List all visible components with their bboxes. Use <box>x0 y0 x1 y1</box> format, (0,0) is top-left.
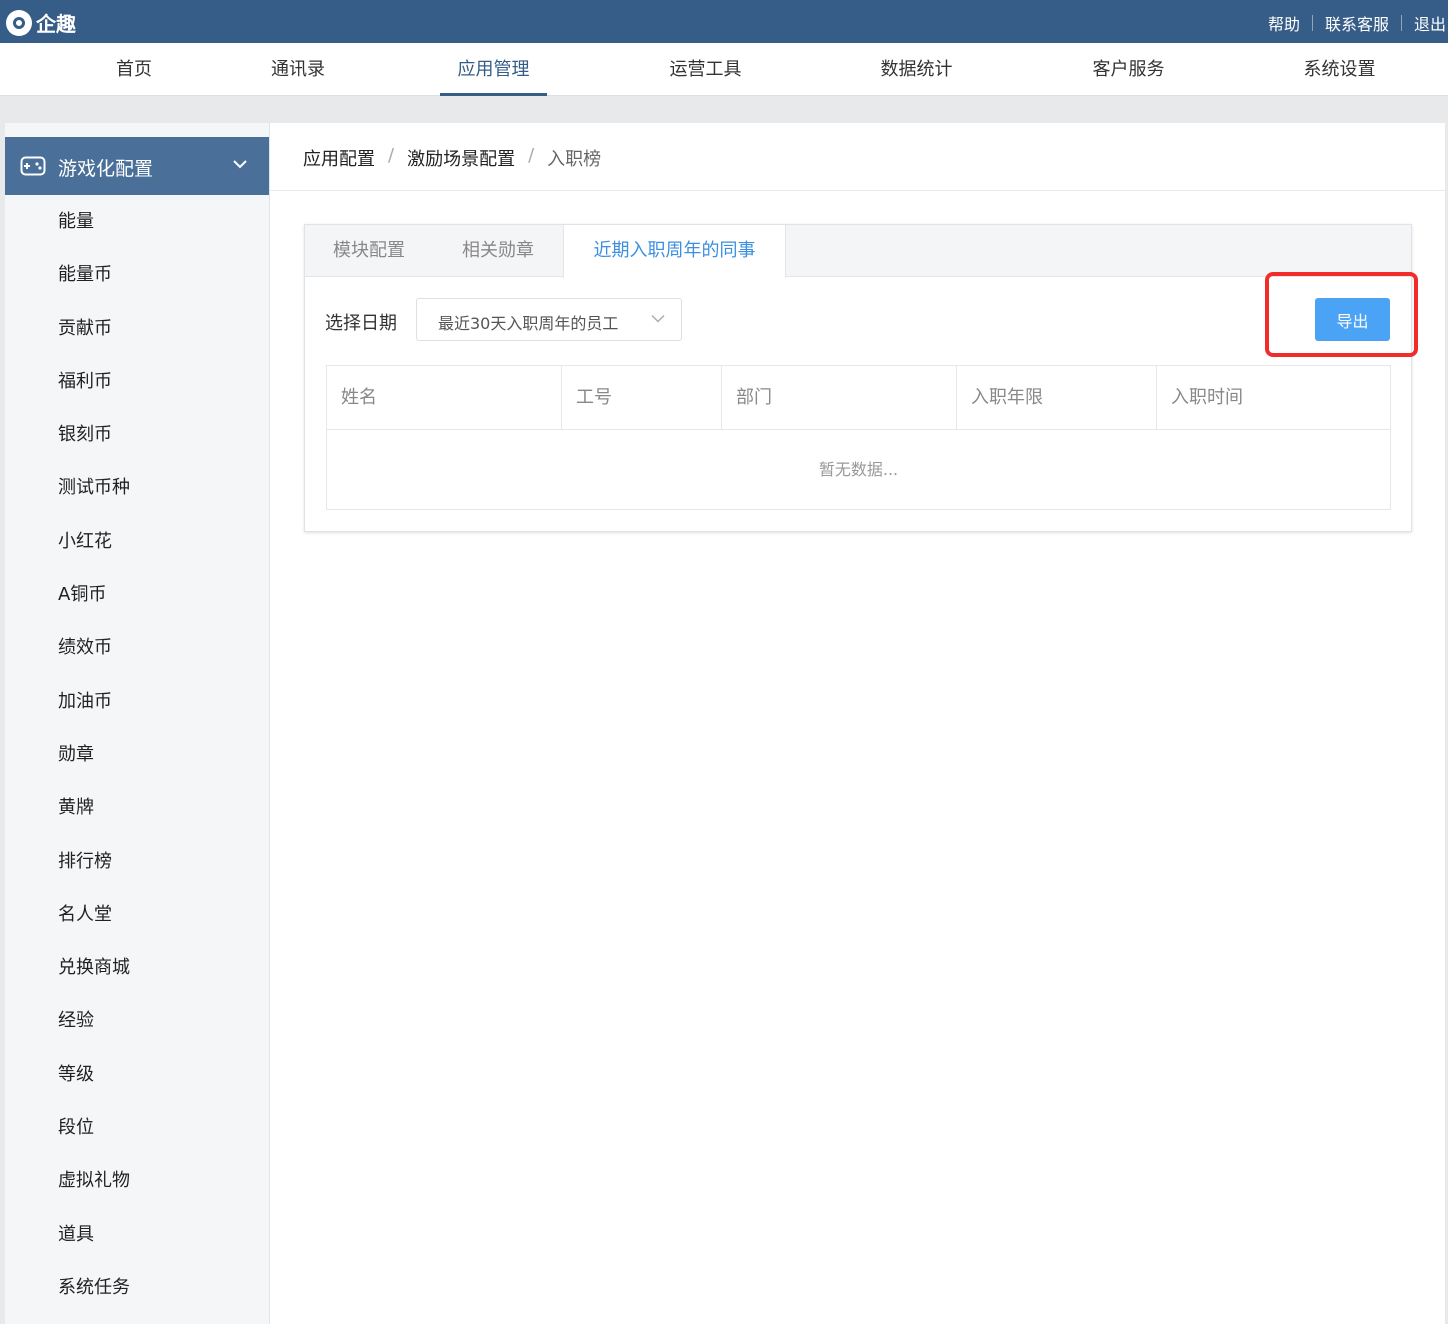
sidebar-item-silver-coin[interactable]: 银刻币 <box>5 408 269 461</box>
contact-support-link[interactable]: 联系客服 <box>1313 11 1401 35</box>
help-link[interactable]: 帮助 <box>1256 11 1312 35</box>
chevron-down-icon <box>651 315 665 323</box>
chevron-down-icon <box>233 160 247 169</box>
sidebar-list: 能量 能量币 贡献币 福利币 银刻币 测试币种 小红花 A铜币 绩效币 加油币 … <box>5 195 269 1314</box>
column-header-hire-date: 入职时间 <box>1171 387 1243 408</box>
top-links: 帮助 联系客服 退出 <box>1256 11 1448 35</box>
sidebar-item-exchange-mall[interactable]: 兑换商城 <box>5 941 269 994</box>
date-filter-label: 选择日期 <box>325 313 397 334</box>
sidebar-item-energy[interactable]: 能量 <box>5 195 269 248</box>
employee-table: 姓名 工号 部门 入职年限 入职时间 暂无数据... <box>326 365 1391 510</box>
logo-text: 企趣 <box>36 12 76 36</box>
nav-item-app-management[interactable]: 应用管理 <box>440 43 547 96</box>
divider <box>270 190 1445 191</box>
column-header-name: 姓名 <box>327 366 562 430</box>
sidebar-item-contribution-coin[interactable]: 贡献币 <box>5 302 269 355</box>
main-content: 应用配置 / 激励场景配置 / 入职榜 模块配置 相关勋章 近期入职周年的同事 … <box>270 123 1445 1324</box>
nav-item-home[interactable]: 首页 <box>98 43 170 96</box>
sidebar-item-hall-of-fame[interactable]: 名人堂 <box>5 888 269 941</box>
sidebar-item-level[interactable]: 等级 <box>5 1048 269 1101</box>
nav-item-customer-service[interactable]: 客户服务 <box>1075 43 1182 96</box>
main-nav: 首页 通讯录 应用管理 运营工具 数据统计 客户服务 系统设置 <box>0 43 1448 96</box>
sidebar-item-virtual-gift[interactable]: 虚拟礼物 <box>5 1154 269 1207</box>
date-range-selected-value: 最近30天入职周年的员工 <box>438 314 619 333</box>
sidebar-item-leaderboard[interactable]: 排行榜 <box>5 835 269 888</box>
sidebar-item-a-copper-coin[interactable]: A铜币 <box>5 568 269 621</box>
logout-link[interactable]: 退出 <box>1402 11 1448 35</box>
logo-icon <box>6 9 32 36</box>
sidebar-item-experience[interactable]: 经验 <box>5 994 269 1047</box>
sidebar-item-energy-coin[interactable]: 能量币 <box>5 248 269 301</box>
sidebar-item-rank[interactable]: 段位 <box>5 1101 269 1154</box>
column-header-department: 部门 <box>722 366 957 430</box>
content-card: 模块配置 相关勋章 近期入职周年的同事 选择日期 最近30天入职周年的员工 导出… <box>304 224 1412 532</box>
sidebar-item-props[interactable]: 道具 <box>5 1208 269 1261</box>
sidebar-item-red-flower[interactable]: 小红花 <box>5 515 269 568</box>
nav-item-system-settings[interactable]: 系统设置 <box>1286 43 1393 96</box>
tab-module-config[interactable]: 模块配置 <box>305 225 433 277</box>
top-bar: 企趣 帮助 联系客服 退出 <box>0 0 1448 43</box>
sidebar-section-title: 游戏化配置 <box>58 158 154 180</box>
sidebar-item-yellow-card[interactable]: 黄牌 <box>5 781 269 834</box>
tab-related-medals[interactable]: 相关勋章 <box>433 225 563 277</box>
breadcrumb-incentive-scene-config[interactable]: 激励场景配置 <box>407 145 515 171</box>
table-header: 姓名 工号 部门 入职年限 入职时间 <box>327 366 1390 430</box>
tab-bar: 模块配置 相关勋章 近期入职周年的同事 <box>305 225 1411 278</box>
sidebar-item-medal[interactable]: 勋章 <box>5 728 269 781</box>
export-button[interactable]: 导出 <box>1315 298 1390 341</box>
sidebar: 游戏化配置 能量 能量币 贡献币 福利币 银刻币 测试币种 小红花 A铜币 绩效… <box>5 123 270 1324</box>
breadcrumb: 应用配置 / 激励场景配置 / 入职榜 <box>303 145 601 171</box>
sidebar-item-system-tasks[interactable]: 系统任务 <box>5 1261 269 1314</box>
sidebar-section-gamification[interactable]: 游戏化配置 <box>5 137 269 195</box>
sidebar-item-performance-coin[interactable]: 绩效币 <box>5 621 269 674</box>
column-header-employee-id: 工号 <box>562 366 722 430</box>
sidebar-item-test-currency[interactable]: 测试币种 <box>5 461 269 514</box>
nav-item-data-statistics[interactable]: 数据统计 <box>863 43 970 96</box>
logo[interactable]: 企趣 <box>6 8 76 37</box>
breadcrumb-separator: / <box>528 145 535 166</box>
column-header-tenure: 入职年限 <box>957 366 1157 430</box>
nav-item-operation-tools[interactable]: 运营工具 <box>652 43 759 96</box>
gamepad-icon <box>20 156 46 176</box>
nav-item-contacts[interactable]: 通讯录 <box>262 43 334 96</box>
date-range-select[interactable]: 最近30天入职周年的员工 <box>416 298 682 341</box>
sidebar-item-cheer-coin[interactable]: 加油币 <box>5 675 269 728</box>
breadcrumb-separator: / <box>388 145 395 166</box>
tab-recent-anniversary-colleagues[interactable]: 近期入职周年的同事 <box>563 225 786 278</box>
breadcrumb-current: 入职榜 <box>547 149 602 170</box>
table-empty-message: 暂无数据... <box>818 460 899 479</box>
sidebar-item-welfare-coin[interactable]: 福利币 <box>5 355 269 408</box>
breadcrumb-app-config[interactable]: 应用配置 <box>303 145 375 171</box>
